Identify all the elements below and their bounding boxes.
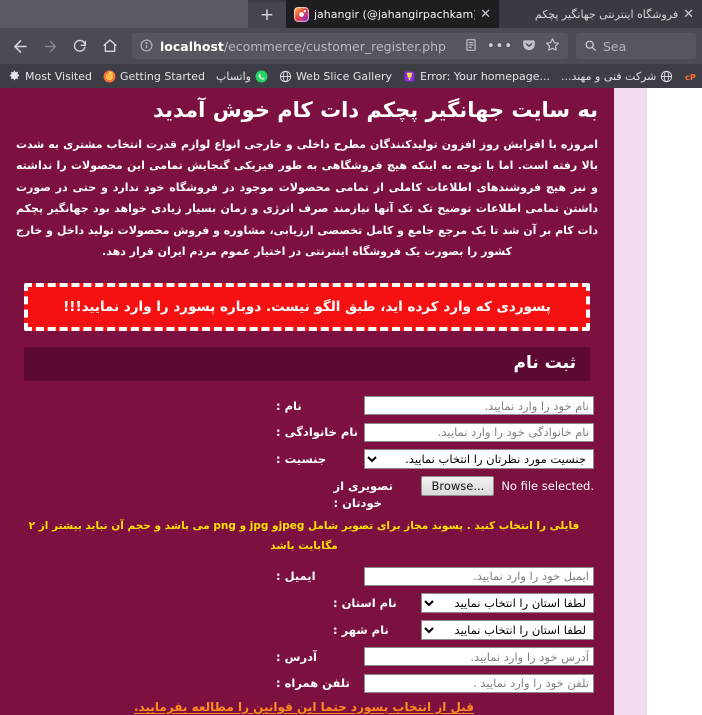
tab-strip: ✕ فروشگاه اینترنتی جهانگیر پچکم jahangir… — [0, 0, 702, 28]
browse-button[interactable]: Browse... — [421, 475, 495, 497]
browser-tab-1[interactable]: ✕ فروشگاه اینترنتی جهانگیر پچکم — [499, 0, 702, 28]
bookmark-cpanel[interactable]: cP c — [680, 69, 702, 84]
form-row-email: ایمیل : — [14, 565, 594, 586]
new-tab-button[interactable]: + — [248, 2, 286, 28]
province-label: نام استان : — [333, 595, 397, 610]
bookmark-company[interactable]: شرکت فنی و مهند... — [557, 69, 677, 84]
bookmark-getting-started[interactable]: Getting Started — [99, 69, 209, 84]
page-pink-strip — [614, 88, 647, 715]
form-row-gender: جنسیت مورد نظرتان را انتخاب نمایید. جنسی… — [14, 448, 594, 469]
forward-arrow-icon — [36, 32, 64, 60]
url-host: localhost — [160, 38, 224, 54]
form-row-province: لطفا استان را انتخاب نمایید نام استان : — [14, 592, 594, 613]
page-viewport: به سایت جهانگیر پچکم دات کام خوش آمدید ا… — [0, 88, 702, 715]
back-arrow-icon[interactable] — [6, 32, 34, 60]
address-bar[interactable]: localhost/ecommerce/customer_register.ph… — [132, 33, 568, 59]
email-label: ایمیل : — [276, 569, 316, 584]
pocket-icon[interactable] — [522, 37, 536, 56]
reader-view-icon[interactable] — [464, 37, 478, 56]
reload-icon[interactable] — [66, 32, 94, 60]
browser-tab-2[interactable]: jahangir (@jahangirpachkam) • Ins ✕ — [286, 0, 499, 28]
form-row-photo: Browse... No file selected. تصویری از خو… — [14, 475, 594, 511]
form-row-first-name: نام : — [14, 395, 594, 416]
address-input[interactable] — [364, 647, 594, 667]
bookmark-label: Error: Your homepage... — [420, 69, 550, 83]
bookmark-whatsapp[interactable]: واتساپ — [212, 69, 272, 84]
instagram-icon — [294, 6, 309, 22]
info-circle-icon[interactable] — [140, 37, 153, 56]
photo-hint-text: فایلی را انتخاب کنید . پسوند مجاز برای ت… — [28, 520, 580, 553]
star-icon[interactable] — [545, 37, 560, 56]
tab-title: jahangir (@jahangirpachkam) • Ins — [314, 7, 476, 21]
tab-title: فروشگاه اینترنتی جهانگیر پچکم — [534, 7, 679, 21]
warning-icon — [403, 70, 416, 83]
tabstrip-empty-area — [0, 0, 248, 28]
city-select[interactable]: لطفا استان را انتخاب نمایید — [421, 619, 594, 640]
browser-window: ✕ فروشگاه اینترنتی جهانگیر پچکم jahangir… — [0, 0, 702, 715]
file-status-text: No file selected. — [501, 478, 594, 493]
cpanel-icon: cP — [684, 70, 697, 83]
svg-text:cP: cP — [685, 71, 696, 81]
error-alert: پسوردی که وارد کرده اید، طبق الگو نیست. … — [24, 282, 590, 331]
search-icon — [584, 37, 597, 56]
gear-icon — [8, 70, 21, 83]
globe-icon — [660, 70, 673, 83]
last-name-label: نام خانوادگی : — [276, 425, 358, 440]
password-rules-link[interactable]: قبل از انتخاب پسورد حتما این قوانین را م… — [14, 700, 594, 714]
gender-select[interactable]: جنسیت مورد نظرتان را انتخاب نمایید. — [364, 448, 594, 469]
email-input[interactable] — [364, 566, 594, 586]
gender-label: جنسیت : — [276, 451, 327, 466]
close-icon[interactable]: ✕ — [480, 8, 491, 21]
form-row-mobile: تلفن همراه : — [14, 672, 594, 693]
bookmark-label: Most Visited — [25, 69, 92, 83]
file-input-group[interactable]: Browse... No file selected. — [421, 475, 594, 497]
bookmark-label: Getting Started — [119, 69, 205, 83]
form-row-last-name: نام خانوادگی : — [14, 421, 594, 442]
home-icon[interactable] — [96, 32, 124, 60]
form-row-address: آدرس : — [14, 646, 594, 667]
first-name-label: نام : — [276, 398, 302, 413]
bookmark-most-visited[interactable]: Most Visited — [4, 69, 96, 84]
bookmark-label: Web Slice Gallery — [295, 69, 393, 83]
page-left-margin — [647, 88, 702, 715]
whatsapp-icon — [255, 70, 268, 83]
bookmark-label: شرکت فنی و مهند... — [560, 69, 657, 83]
search-bar[interactable]: Sea — [576, 33, 696, 59]
bookmark-label: واتساپ — [216, 69, 251, 83]
mobile-label: تلفن همراه : — [276, 676, 350, 691]
close-icon[interactable]: ✕ — [683, 8, 694, 21]
city-label: نام شهر : — [333, 622, 389, 637]
address-label: آدرس : — [276, 649, 317, 664]
last-name-input[interactable] — [364, 422, 594, 442]
navigation-toolbar: localhost/ecommerce/customer_register.ph… — [0, 28, 702, 64]
first-name-input[interactable] — [364, 396, 594, 416]
province-select[interactable]: لطفا استان را انتخاب نمایید — [421, 592, 594, 613]
page-content: به سایت جهانگیر پچکم دات کام خوش آمدید ا… — [0, 88, 614, 715]
search-input[interactable]: Sea — [603, 39, 626, 54]
register-form: نام : نام خانوادگی : جنسیت مورد نظرتان ر… — [14, 395, 600, 715]
mobile-input[interactable] — [364, 673, 594, 693]
more-dots-icon[interactable]: ••• — [487, 40, 513, 53]
section-title: ثبت نام — [24, 346, 590, 381]
form-row-city: لطفا استان را انتخاب نمایید نام شهر : — [14, 619, 594, 640]
photo-label: تصویری از خودتان : — [333, 478, 393, 510]
url-path: /ecommerce/customer_register.php — [223, 38, 446, 54]
bookmark-error-homepage[interactable]: Error: Your homepage... — [399, 69, 554, 84]
url-text: localhost/ecommerce/customer_register.ph… — [160, 39, 446, 54]
page-title: به سایت جهانگیر پچکم دات کام خوش آمدید — [153, 98, 598, 122]
bookmark-web-slice-gallery[interactable]: Web Slice Gallery — [275, 69, 396, 84]
bookmarks-bar: Most Visited Getting Started واتساپ Web … — [0, 64, 702, 88]
firefox-icon — [103, 70, 116, 83]
intro-paragraph: امروزه با افزایش روز افزون تولیدکنندگان … — [16, 138, 598, 259]
globe-icon — [279, 70, 292, 83]
